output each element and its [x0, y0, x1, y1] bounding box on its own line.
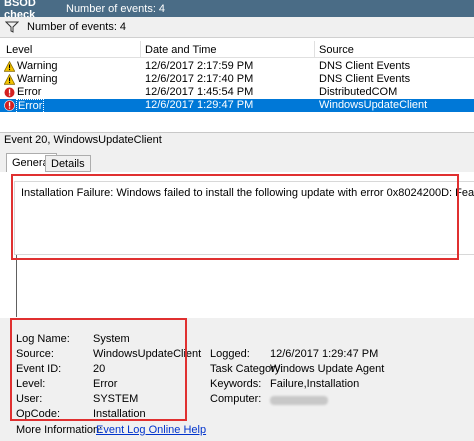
column-divider[interactable] [314, 41, 315, 58]
event-row[interactable]: Error 12/6/2017 1:45:54 PM DistributedCO… [0, 86, 474, 99]
column-divider[interactable] [140, 41, 141, 58]
filter-bar: Number of events: 4 [0, 17, 474, 38]
computer-value-redacted [270, 396, 328, 405]
logged-label: Logged: [210, 348, 250, 360]
event-description: Installation Failure: Windows failed to … [21, 187, 474, 199]
filter-label: Number of events: 4 [27, 21, 127, 33]
filter-icon[interactable] [5, 21, 19, 33]
details-tabstrip: General Details [0, 147, 474, 173]
error-icon [4, 100, 15, 111]
event-source: WindowsUpdateClient [319, 99, 428, 111]
event-level: Warning [17, 60, 58, 72]
event-description-box[interactable]: Installation Failure: Windows failed to … [14, 181, 474, 255]
event-properties: Log Name: System Source: WindowsUpdateCl… [0, 318, 474, 441]
connector-line [16, 255, 17, 317]
log-name-value: System [93, 333, 130, 345]
source-value: WindowsUpdateClient [93, 348, 202, 360]
task-category-value: Windows Update Agent [270, 363, 385, 375]
column-header-date-time[interactable]: Date and Time [145, 44, 217, 56]
event-datetime: 12/6/2017 1:29:47 PM [145, 99, 254, 111]
event-count: Number of events: 4 [66, 2, 166, 15]
event-source: DNS Client Events [319, 73, 411, 85]
level-value: Error [93, 378, 118, 390]
more-info-label: More Information: [16, 424, 103, 436]
event-row[interactable]: Warning 12/6/2017 2:17:40 PM DNS Client … [0, 73, 474, 86]
opcode-label: OpCode: [16, 408, 61, 420]
logged-value: 12/6/2017 1:29:47 PM [270, 348, 379, 360]
keywords-value: Failure,Installation [270, 378, 360, 390]
event-row[interactable]: Warning 12/6/2017 2:17:59 PM DNS Client … [0, 60, 474, 73]
warning-icon [4, 61, 15, 72]
event-datetime: 12/6/2017 2:17:59 PM [145, 60, 254, 72]
column-header-source[interactable]: Source [319, 44, 354, 56]
event-level: Warning [17, 73, 58, 85]
event-id-value: 20 [93, 363, 106, 375]
error-icon [4, 87, 15, 98]
keywords-label: Keywords: [210, 378, 262, 390]
computer-label: Computer: [210, 393, 262, 405]
tab-details[interactable]: Details [45, 155, 91, 172]
user-value: SYSTEM [93, 393, 139, 405]
event-row-selected[interactable]: Error 12/6/2017 1:29:47 PM WindowsUpdate… [0, 99, 474, 114]
title-bar: BSOD check Number of events: 4 [0, 0, 474, 21]
event-log-online-help-link[interactable]: Event Log Online Help [96, 424, 206, 437]
column-header-level[interactable]: Level [6, 44, 32, 56]
event-details-title: Event 20, WindowsUpdateClient [0, 132, 474, 147]
event-source: DistributedCOM [319, 86, 398, 98]
opcode-value: Installation [93, 408, 146, 420]
user-label: User: [16, 393, 43, 405]
source-label: Source: [16, 348, 54, 360]
event-id-label: Event ID: [16, 363, 62, 375]
event-datetime: 12/6/2017 2:17:40 PM [145, 73, 254, 85]
events-grid-header: Level Date and Time Source [0, 41, 474, 58]
event-datetime: 12/6/2017 1:45:54 PM [145, 86, 254, 98]
event-level: Error [17, 86, 42, 98]
warning-icon [4, 74, 15, 85]
log-name-label: Log Name: [16, 333, 70, 345]
event-source: DNS Client Events [319, 60, 411, 72]
level-label: Level: [16, 378, 46, 390]
event-level: Error [16, 99, 45, 114]
